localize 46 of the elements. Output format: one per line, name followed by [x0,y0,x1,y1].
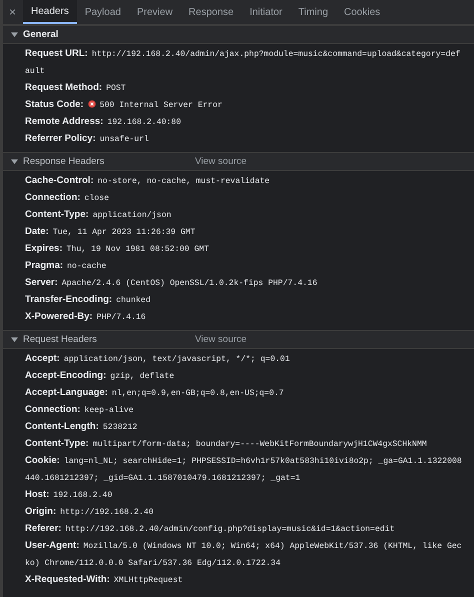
tab[interactable]: Cookies [336,0,388,24]
view-source-link[interactable]: View source [195,334,247,345]
section-title: Request Headers [23,334,98,345]
header-line: Transfer-Encoding: chunked [25,293,152,307]
header-line: Cookie: lang=nl_NL; searchHide=1; PHPSESSID=h6vh1r57k0at583hi10ivi8o2p; _ga=GA1.1.1322008440.1681212397; _gid=GA1.1.1587010479.1681212397; _gat=1 [25,454,462,485]
header-line: X-Powered-By: PHP/7.4.16 [25,310,147,324]
header-line: Accept: application/json, text/javascript, */*; q=0.01 [25,352,291,366]
close-button[interactable]: × [3,0,24,24]
tab[interactable]: Initiator [242,0,290,24]
section-header[interactable]: Response Headers View source [3,152,474,171]
section-header[interactable]: Request Headers View source [3,330,474,349]
header-line: Request Method: POST [25,81,127,95]
header-line: Referrer Policy: unsafe-url [25,132,150,146]
section-title: Response Headers [23,156,106,167]
section-title: General [23,29,60,40]
tab[interactable]: Preview [128,0,181,24]
header-line: Pragma: no-cache [25,259,108,273]
header-line: Connection: close [25,191,110,205]
header-line: Host: 192.168.2.40 [25,488,114,502]
tab[interactable]: Payload [76,0,129,24]
header-line: Content-Type: application/json [25,208,172,222]
tab[interactable]: Headers [23,0,77,24]
header-line: Request URL: http://192.168.2.40/admin/ajax.php?module=music&command=upload&category=default [25,47,462,78]
section-header[interactable]: General [3,25,474,44]
header-line: Accept-Encoding: gzip, deflate [25,369,176,383]
header-line: Referer: http://192.168.2.40/admin/config.php?display=music&id=1&action=edit [25,522,396,536]
view-source-link[interactable]: View source [195,156,247,167]
header-line: Origin: http://192.168.2.40 [25,505,154,519]
header-line: Content-Type: multipart/form-data; boundary=----WebKitFormBoundarywjH1CW4gxSCHkNMM [25,437,428,451]
header-line: Date: Tue, 11 Apr 2023 11:26:39 GMT [25,225,196,239]
expand-triangle-icon[interactable] [11,158,18,165]
tab[interactable]: Response [180,0,242,24]
header-line: User-Agent: Mozilla/5.0 (Windows NT 10.0; Win64; x64) AppleWebKit/537.36 (KHTML, like Gecko) Chrome/112.0.0.0 Safari/537.36 Edg/112.0.1722.34 [25,539,462,570]
header-line: Content-Length: 5238212 [25,420,138,434]
header-line: Server: Apache/2.4.6 (CentOS) OpenSSL/1.0.2k-fips PHP/7.4.16 [25,276,318,290]
header-value: 500 Internal Server Error [100,101,222,110]
header-name: Status Code: [25,99,84,110]
header-line: Remote Address: 192.168.2.40:80 [25,115,182,129]
expand-triangle-icon[interactable] [11,336,18,343]
header-line: Cache-Control: no-store, no-cache, must-revalidate [25,174,271,188]
tab[interactable]: Timing [290,0,336,24]
expand-triangle-icon[interactable] [11,31,18,38]
header-line: Accept-Language: nl,en;q=0.9,en-GB;q=0.8,en-US;q=0.7 [25,386,285,400]
header-line: Expires: Thu, 19 Nov 1981 08:52:00 GMT [25,242,210,256]
header-line: X-Requested-With: XMLHttpRequest [25,573,184,587]
header-line: Connection: keep-alive [25,403,135,417]
